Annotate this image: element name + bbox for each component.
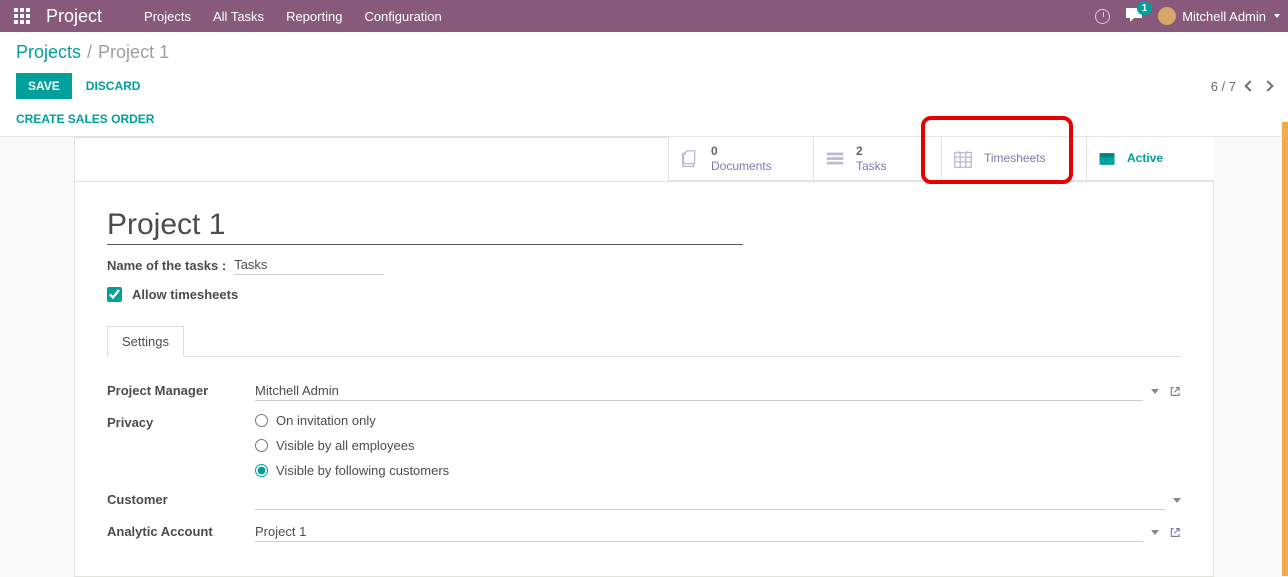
analytic-label: Analytic Account xyxy=(107,522,255,539)
breadcrumb-parent[interactable]: Projects xyxy=(16,42,81,63)
chat-icon[interactable]: 1 xyxy=(1126,8,1142,25)
dropdown-caret-icon[interactable] xyxy=(1151,389,1159,394)
privacy-label: Privacy xyxy=(107,413,255,430)
stat-tasks[interactable]: 2 Tasks xyxy=(813,137,941,181)
timesheets-label: Timesheets xyxy=(984,151,1046,165)
user-menu[interactable]: Mitchell Admin xyxy=(1158,7,1280,25)
pm-input[interactable] xyxy=(255,381,1143,401)
customer-label: Customer xyxy=(107,490,255,507)
tasks-count: 2 xyxy=(856,144,887,158)
stat-button-box: 0 Documents 2 Tasks Timesheets xyxy=(74,137,1214,182)
pager: 6 / 7 xyxy=(1211,79,1272,94)
analytic-row: Analytic Account xyxy=(107,516,1181,548)
allow-timesheets-checkbox[interactable] xyxy=(107,287,122,302)
cp-actions: SAVE DISCARD 6 / 7 xyxy=(16,73,1272,99)
task-name-label: Name of the tasks : xyxy=(107,258,226,273)
stat-active[interactable]: Active xyxy=(1086,137,1214,181)
privacy-radio-group: On invitation only Visible by all employ… xyxy=(255,413,449,478)
pm-row: Project Manager xyxy=(107,375,1181,407)
pager-next-icon[interactable] xyxy=(1262,80,1273,91)
apps-icon[interactable] xyxy=(14,8,30,24)
privacy-opt-employees[interactable]: Visible by all employees xyxy=(255,438,449,453)
user-name: Mitchell Admin xyxy=(1182,9,1266,24)
allow-timesheets-row: Allow timesheets xyxy=(107,287,1181,302)
edit-indicator-strip xyxy=(1282,122,1288,576)
tasks-label: Tasks xyxy=(856,159,887,173)
nav-reporting[interactable]: Reporting xyxy=(286,9,342,24)
privacy-row: Privacy On invitation only Visible by al… xyxy=(107,407,1181,484)
breadcrumb-sep: / xyxy=(87,42,92,63)
stat-timesheets[interactable]: Timesheets xyxy=(941,137,1086,181)
settings-form: Project Manager Privacy On invitation o xyxy=(107,375,1181,548)
docs-count: 0 xyxy=(711,144,772,158)
privacy-opt-customers[interactable]: Visible by following customers xyxy=(255,463,449,478)
analytic-input[interactable] xyxy=(255,522,1143,542)
task-name-row: Name of the tasks : xyxy=(107,255,1181,275)
stat-documents[interactable]: 0 Documents xyxy=(668,137,813,181)
tab-settings[interactable]: Settings xyxy=(107,326,184,357)
breadcrumb-current: Project 1 xyxy=(98,42,169,63)
cp-bottom: CREATE SALES ORDER xyxy=(16,99,1272,136)
caret-down-icon xyxy=(1274,14,1280,18)
external-link-icon[interactable] xyxy=(1169,385,1181,398)
dropdown-caret-icon[interactable] xyxy=(1173,498,1181,503)
nav-projects[interactable]: Projects xyxy=(144,9,191,24)
customer-input[interactable] xyxy=(255,490,1165,510)
dropdown-caret-icon[interactable] xyxy=(1151,530,1159,535)
allow-timesheets-label: Allow timesheets xyxy=(132,287,238,302)
save-button[interactable]: SAVE xyxy=(16,73,72,99)
nav-menu: Projects All Tasks Reporting Configurati… xyxy=(144,9,442,24)
app-brand[interactable]: Project xyxy=(46,6,102,27)
avatar xyxy=(1158,7,1176,25)
discard-button[interactable]: DISCARD xyxy=(82,73,145,99)
docs-label: Documents xyxy=(711,159,772,173)
tabs: Settings xyxy=(107,326,1181,357)
pager-prev-icon[interactable] xyxy=(1244,80,1255,91)
privacy-opt-invitation[interactable]: On invitation only xyxy=(255,413,449,428)
clock-icon[interactable] xyxy=(1095,9,1110,24)
control-panel: Projects / Project 1 SAVE DISCARD 6 / 7 … xyxy=(0,32,1288,137)
create-sales-order-button[interactable]: CREATE SALES ORDER xyxy=(16,112,154,126)
chat-badge: 1 xyxy=(1137,2,1153,15)
pager-text: 6 / 7 xyxy=(1211,79,1236,94)
external-link-icon[interactable] xyxy=(1169,526,1181,539)
top-navbar: Project Projects All Tasks Reporting Con… xyxy=(0,0,1288,32)
task-name-input[interactable] xyxy=(234,255,384,275)
sheet-body: Name of the tasks : Allow timesheets Set… xyxy=(75,182,1213,572)
nav-all-tasks[interactable]: All Tasks xyxy=(213,9,264,24)
customer-row: Customer xyxy=(107,484,1181,516)
nav-right: 1 Mitchell Admin xyxy=(1095,7,1280,25)
breadcrumb: Projects / Project 1 xyxy=(16,42,1272,63)
project-name-input[interactable] xyxy=(107,206,743,245)
sheet-bg: 0 Documents 2 Tasks Timesheets xyxy=(0,137,1288,577)
form-sheet: 0 Documents 2 Tasks Timesheets xyxy=(74,137,1214,577)
pm-label: Project Manager xyxy=(107,381,255,398)
active-label: Active xyxy=(1127,151,1163,165)
nav-configuration[interactable]: Configuration xyxy=(364,9,441,24)
